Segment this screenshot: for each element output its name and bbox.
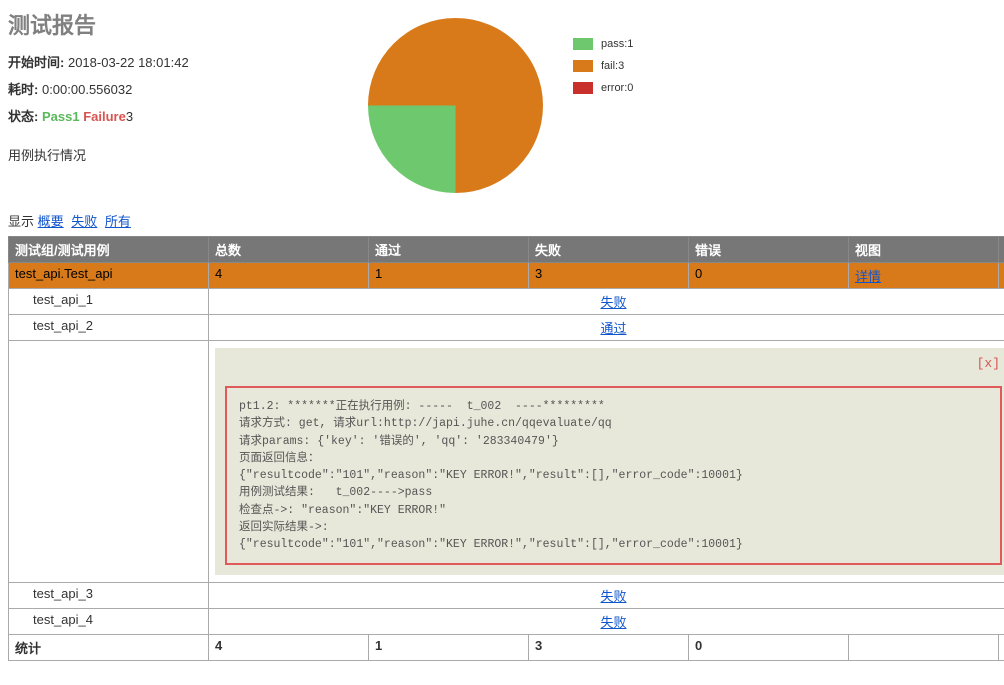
group-name: test_api.Test_api <box>9 263 209 289</box>
th-total: 总数 <box>209 237 369 263</box>
legend-label-fail: fail:3 <box>601 60 624 72</box>
meta-duration-label: 耗时: <box>8 82 38 97</box>
close-icon[interactable]: [x] <box>977 356 1000 371</box>
totals-cell: 3 <box>529 635 689 661</box>
status-fail-label: Failure <box>83 109 126 124</box>
table-row: test_api_3 失败 <box>9 583 1004 609</box>
group-total: 4 <box>209 263 369 289</box>
legend-label-error: error:0 <box>601 82 633 94</box>
case-status-cell: 通过 <box>209 315 1004 341</box>
legend-item-fail: fail:3 <box>573 60 633 72</box>
meta-status-label: 状态: <box>8 109 38 124</box>
case-status-cell: 失败 <box>209 289 1004 315</box>
th-fail: 失败 <box>529 237 689 263</box>
case-name: test_api_2 <box>9 315 209 341</box>
totals-cell: 统计 <box>9 635 209 661</box>
case-name: test_api_3 <box>9 583 209 609</box>
th-error: 错误 <box>689 237 849 263</box>
totals-cell: 0 <box>689 635 849 661</box>
case-status-link[interactable]: 失败 <box>600 589 626 604</box>
group-detail-link[interactable]: 详情 <box>855 269 881 284</box>
meta-start: 开始时间: 2018-03-22 18:01:42 <box>8 52 328 71</box>
totals-cell: 4 <box>209 635 369 661</box>
pie-chart <box>368 18 543 193</box>
th-view: 视图 <box>849 237 999 263</box>
case-status-link[interactable]: 失败 <box>600 295 626 310</box>
case-status-link[interactable]: 失败 <box>600 615 626 630</box>
th-name: 测试组/测试用例 <box>9 237 209 263</box>
legend-swatch-pass <box>573 38 593 50</box>
totals-cell <box>849 635 999 661</box>
legend-item-error: error:0 <box>573 82 633 94</box>
legend-label-pass: pass:1 <box>601 38 633 50</box>
filter-link-summary[interactable]: 概要 <box>38 214 64 229</box>
chart-legend: pass:1 fail:3 error:0 <box>573 38 633 104</box>
meta-duration-value: 0:00:00.556032 <box>42 82 132 97</box>
legend-swatch-error <box>573 82 593 94</box>
filter-bar: 显示 概要 失败 所有 <box>8 211 996 230</box>
filter-link-failed[interactable]: 失败 <box>71 214 97 229</box>
totals-cell: 1 <box>369 635 529 661</box>
section-subheading: 用例执行情况 <box>8 145 328 164</box>
status-pass-count: 1 <box>72 109 79 124</box>
filter-link-all[interactable]: 所有 <box>105 214 131 229</box>
page-title: 测试报告 <box>8 8 328 40</box>
group-row: test_api.Test_api 4 1 3 0 详情 <box>9 263 1004 289</box>
meta-start-value: 2018-03-22 18:01:42 <box>68 55 189 70</box>
totals-cell <box>999 635 1004 661</box>
case-detail-cell: [x] pt1.2: *******正在执行用例: ----- t_002 ---… <box>209 341 1004 583</box>
legend-item-pass: pass:1 <box>573 38 633 50</box>
group-extra <box>999 263 1004 289</box>
case-detail-row: [x] pt1.2: *******正在执行用例: ----- t_002 ---… <box>9 341 1004 583</box>
status-pass-label: Pass <box>42 109 72 124</box>
th-pass: 通过 <box>369 237 529 263</box>
case-status-cell: 失败 <box>209 583 1004 609</box>
case-detail-name <box>9 341 209 583</box>
case-status-cell: 失败 <box>209 609 1004 635</box>
table-header-row: 测试组/测试用例 总数 通过 失败 错误 视图 错 <box>9 237 1004 263</box>
table-row: test_api_2 通过 <box>9 315 1004 341</box>
table-row: test_api_1 失败 <box>9 289 1004 315</box>
group-fail: 3 <box>529 263 689 289</box>
meta-start-label: 开始时间: <box>8 55 64 70</box>
group-view: 详情 <box>849 263 999 289</box>
detail-box: [x] pt1.2: *******正在执行用例: ----- t_002 ---… <box>215 348 1004 575</box>
table-row: test_api_4 失败 <box>9 609 1004 635</box>
case-name: test_api_1 <box>9 289 209 315</box>
case-name: test_api_4 <box>9 609 209 635</box>
th-extra: 错 <box>999 237 1004 263</box>
results-table: 测试组/测试用例 总数 通过 失败 错误 视图 错 test_api.Test_… <box>8 236 1004 661</box>
group-error: 0 <box>689 263 849 289</box>
case-status-link[interactable]: 通过 <box>600 321 626 336</box>
status-fail-count: 3 <box>126 109 133 124</box>
meta-duration: 耗时: 0:00:00.556032 <box>8 79 328 98</box>
filter-label: 显示 <box>8 214 34 229</box>
group-pass: 1 <box>369 263 529 289</box>
legend-swatch-fail <box>573 60 593 72</box>
detail-output: pt1.2: *******正在执行用例: ----- t_002 ----**… <box>225 386 1002 565</box>
totals-row: 统计4130 <box>9 635 1004 661</box>
meta-status: 状态: Pass1 Failure3 <box>8 106 328 125</box>
